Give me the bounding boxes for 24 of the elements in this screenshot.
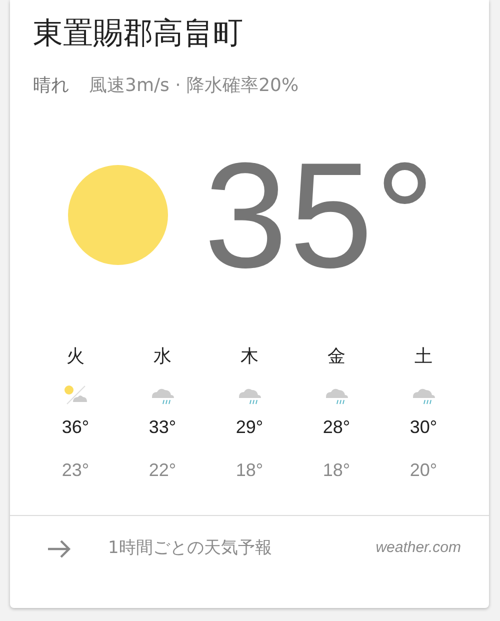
high-temperature: 30° — [410, 416, 438, 439]
low-temperature: 18° — [322, 459, 350, 482]
low-temperature: 22° — [148, 459, 176, 482]
day-label: 金 — [328, 345, 346, 369]
condition-text: 晴れ — [33, 74, 69, 98]
day-label: 土 — [414, 345, 432, 369]
low-temperature: 23° — [62, 459, 90, 482]
low-temperature: 20° — [410, 459, 438, 482]
high-temperature: 36° — [62, 416, 90, 439]
day-label: 木 — [240, 345, 258, 369]
hourly-forecast-link[interactable]: 1時間ごとの天気予報 — [108, 536, 272, 562]
sun-cloud-icon — [62, 385, 88, 405]
low-temperature: 18° — [236, 459, 264, 482]
day-label: 水 — [154, 345, 172, 369]
sun-icon — [68, 165, 168, 265]
location-title: 東置賜郡高畠町 — [33, 15, 244, 53]
day-label: 火 — [66, 345, 84, 369]
temperature-text: 35° — [204, 140, 437, 290]
source-text: weather.com — [376, 538, 461, 558]
details-text: 風速3m/s · 降水確率20% — [89, 74, 299, 98]
high-temperature: 33° — [148, 416, 176, 439]
high-temperature: 29° — [236, 416, 264, 439]
high-temperature: 28° — [322, 416, 350, 439]
arrow-right-icon[interactable] — [46, 538, 72, 558]
